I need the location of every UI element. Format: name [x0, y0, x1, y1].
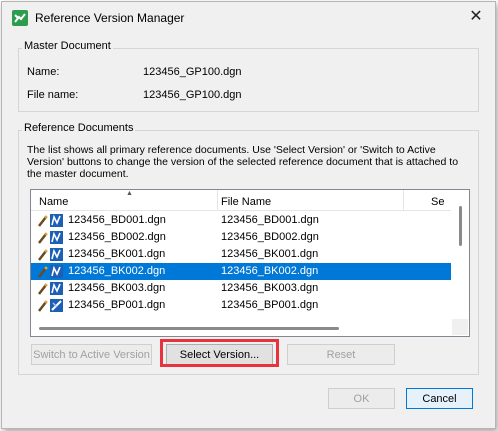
master-name-label: Name:: [27, 66, 60, 78]
list-item[interactable]: 123456_BD001.dgn 123456_BD001.dgn: [31, 212, 451, 229]
column-name[interactable]: Name: [39, 196, 68, 208]
reference-file-name: 123456_BP001.dgn: [221, 299, 319, 311]
reference-file-icon: [37, 230, 65, 245]
reference-file-icon: [37, 247, 65, 262]
reference-file-icon: [37, 298, 65, 313]
reference-name: 123456_BK003.dgn: [68, 282, 166, 294]
column-se[interactable]: Se: [431, 196, 444, 208]
reference-file-name: 123456_BD001.dgn: [221, 214, 319, 226]
reference-name: 123456_BD002.dgn: [68, 231, 166, 243]
master-file-label: File name:: [27, 89, 79, 101]
close-icon[interactable]: ✕: [465, 7, 487, 27]
list-item[interactable]: 123456_BK001.dgn 123456_BK001.dgn: [31, 246, 451, 263]
list-item[interactable]: 123456_BK002.dgn 123456_BK002.dgn: [31, 263, 451, 280]
select-version-highlight: [160, 339, 279, 367]
master-document-label: Master Document: [22, 40, 113, 52]
reference-name: 123456_BK002.dgn: [68, 265, 166, 277]
vertical-scrollbar[interactable]: [452, 190, 468, 318]
list-item[interactable]: 123456_BK003.dgn 123456_BK003.dgn: [31, 280, 451, 297]
reference-file-name: 123456_BK003.dgn: [221, 282, 319, 294]
list-header: Name File Name Se: [31, 190, 451, 211]
sort-ascending-icon: ▲: [126, 190, 133, 197]
master-file-value: 123456_GP100.dgn: [143, 89, 242, 101]
window-title: Reference Version Manager: [35, 11, 185, 25]
title-bar: Reference Version Manager ✕: [2, 2, 495, 34]
master-name-value: 123456_GP100.dgn: [143, 66, 242, 78]
ok-button[interactable]: OK: [328, 388, 395, 409]
list-item[interactable]: 123456_BD002.dgn 123456_BD002.dgn: [31, 229, 451, 246]
scroll-corner: [452, 319, 468, 335]
cancel-button[interactable]: Cancel: [406, 388, 473, 409]
reference-file-name: 123456_BK002.dgn: [221, 265, 319, 277]
reference-file-name: 123456_BK001.dgn: [221, 248, 319, 260]
vertical-scroll-thumb[interactable]: [459, 206, 462, 246]
reference-file-name: 123456_BD002.dgn: [221, 231, 319, 243]
reset-button[interactable]: Reset: [287, 344, 395, 365]
column-separator[interactable]: [403, 190, 404, 210]
reference-name: 123456_BP001.dgn: [68, 299, 166, 311]
master-document-group: [18, 48, 479, 112]
reference-name: 123456_BK001.dgn: [68, 248, 166, 260]
horizontal-scrollbar[interactable]: [31, 319, 452, 335]
list-item[interactable]: 123456_BP001.dgn 123456_BP001.dgn: [31, 297, 451, 314]
column-separator[interactable]: [217, 190, 218, 210]
reference-file-icon: [37, 264, 65, 279]
reference-name: 123456_BD001.dgn: [68, 214, 166, 226]
reference-file-icon: [37, 281, 65, 296]
reference-list[interactable]: Name File Name Se ▲ 123456_BD001.dgn 1234…: [30, 189, 470, 337]
reference-documents-label: Reference Documents: [22, 122, 136, 134]
reference-file-icon: [37, 213, 65, 228]
reference-version-manager-dialog: Reference Version Manager ✕ Master Docum…: [1, 1, 496, 429]
app-icon: [12, 10, 28, 26]
reference-description: The list shows all primary reference doc…: [27, 144, 459, 180]
column-file-name[interactable]: File Name: [221, 196, 271, 208]
horizontal-scroll-thumb[interactable]: [39, 327, 339, 330]
switch-to-active-version-button[interactable]: Switch to Active Version: [31, 344, 152, 365]
